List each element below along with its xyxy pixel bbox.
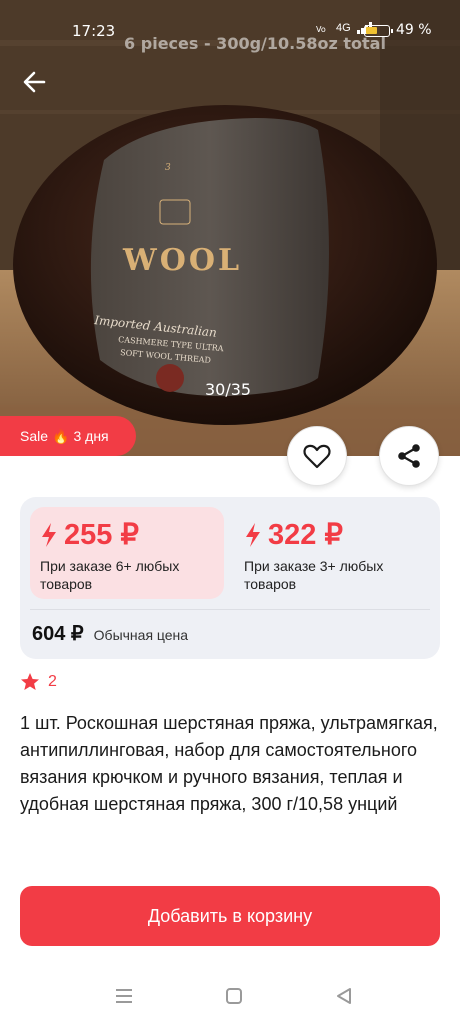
menu-icon [116, 989, 132, 1003]
lightning-icon [246, 523, 260, 547]
back-button[interactable] [18, 64, 54, 100]
fire-icon: 🔥 [52, 427, 70, 444]
svg-text:Vo: Vo [316, 25, 326, 34]
favorite-button[interactable] [287, 426, 347, 486]
add-to-cart-button[interactable]: Добавить в корзину [20, 886, 440, 946]
image-counter: 30/35 [205, 380, 252, 399]
price-tier-6plus[interactable]: 255 ₽ При заказе 6+ любых товаров [30, 507, 224, 599]
home-button[interactable] [222, 984, 246, 1008]
tier-price: 322 ₽ [268, 519, 343, 551]
regular-price: 604 ₽ [32, 623, 84, 645]
square-icon [226, 988, 242, 1004]
heart-icon [303, 444, 331, 469]
tier-price: 255 ₽ [64, 519, 139, 551]
sale-badge: Sale 🔥 3 дня [0, 416, 136, 456]
system-nav-bar [0, 964, 460, 1024]
triangle-back-icon [337, 988, 351, 1004]
sale-days: 3 дня [73, 428, 109, 444]
sale-label: Sale [20, 428, 49, 444]
network-type: 4G [336, 22, 351, 34]
product-title: 1 шт. Роскошная шерстяная пряжа, ультрам… [20, 713, 438, 814]
regular-price-label: Обычная цена [93, 627, 189, 643]
regular-price-row: 604 ₽ Обычная цена [32, 621, 188, 646]
star-icon [21, 673, 39, 690]
system-back-button[interactable] [332, 984, 356, 1008]
label-brand: WOOL [122, 243, 242, 278]
image-caption: 6 pieces - 300g/10.58oz total [124, 34, 386, 53]
share-icon [398, 444, 420, 468]
rating-count: 2 [48, 672, 57, 690]
recent-apps-button[interactable] [112, 984, 136, 1008]
rating[interactable]: 2 [20, 672, 57, 691]
arrow-left-icon [23, 71, 46, 93]
share-button[interactable] [379, 426, 439, 486]
price-tier-3plus[interactable]: 322 ₽ При заказе 3+ любых товаров [234, 507, 434, 599]
product-image[interactable]: 3 WOOL Imported Australian CASHMERE TYPE… [0, 0, 460, 456]
svg-text:3: 3 [165, 163, 171, 173]
volte-icon: Vo [316, 25, 326, 34]
tier-condition: При заказе 6+ любых товаров [40, 558, 180, 592]
price-divider [30, 609, 430, 610]
price-card: 255 ₽ При заказе 6+ любых товаров 322 ₽ … [20, 497, 440, 659]
tier-condition: При заказе 3+ любых товаров [244, 558, 384, 592]
lightning-icon [42, 523, 56, 547]
